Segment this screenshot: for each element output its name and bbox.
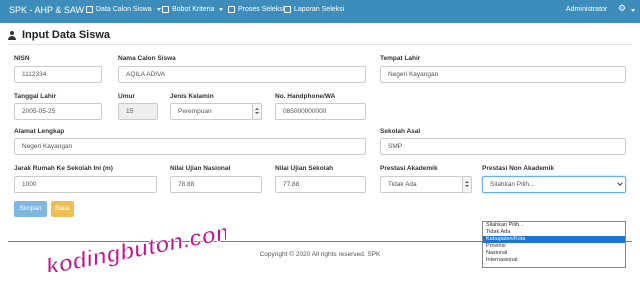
tanggal-lahir-label: Tanggal Lahir (14, 93, 57, 100)
jenis-kelamin-label: Jenis Kelamin (170, 93, 214, 100)
dropdown-option[interactable]: Provinsi (483, 243, 625, 250)
dropdown-option[interactable]: Internasional (483, 257, 625, 264)
title-divider (8, 44, 632, 45)
nama-label: Nama Calon Siswa (118, 55, 176, 62)
user-menu[interactable]: Administrator (566, 6, 607, 13)
prestasi-akademik-label: Prestasi Akademik (380, 165, 438, 172)
umur-input: 15 (118, 103, 158, 120)
caret-down-icon (156, 8, 161, 11)
nav-bobot-kriteria[interactable]: Bobot Kriteria (162, 6, 224, 13)
prestasi-akademik-select[interactable]: Tidak Ada (380, 176, 472, 193)
dropdown-option[interactable]: Silahkan Pilih... (483, 222, 625, 229)
tempat-lahir-label: Tempat Lahir (380, 55, 421, 62)
nilai-us-label: Nilai Ujian Sekolah (275, 165, 334, 172)
jenis-kelamin-value: Perempuan (178, 108, 212, 115)
app-brand[interactable]: SPK - AHP & SAW (9, 5, 84, 15)
page-title-text: Input Data Siswa (22, 29, 111, 41)
prestasi-non-akademik-value: Silahkan Pilih... (490, 181, 535, 188)
prestasi-akademik-value: Tidak Ada (388, 181, 417, 188)
user-icon (86, 6, 93, 13)
nav-laporan-seleksi[interactable]: Laporan Seleksi (284, 6, 344, 13)
caret-down-icon (631, 9, 635, 12)
document-icon (228, 6, 235, 13)
nilai-us-input[interactable]: 77.88 (275, 176, 366, 193)
gear-icon[interactable]: ⚙ (618, 4, 626, 13)
nav-proses-seleksi[interactable]: Proses Seleksi (228, 6, 284, 13)
watermark: kodingbuton.com (43, 217, 226, 272)
nav-data-calon-siswa-label: Data Calon Siswa (96, 6, 152, 13)
dropdown-option[interactable]: Nasional (483, 250, 625, 257)
no-hp-label: No. Handphone/WA (275, 93, 336, 100)
nisn-label: NISN (14, 55, 30, 62)
tanggal-lahir-input[interactable]: 2005-05-25 (14, 103, 102, 120)
nav-proses-seleksi-label: Proses Seleksi (238, 6, 285, 13)
page-title: Input Data Siswa (8, 29, 110, 41)
no-hp-input[interactable]: 085000000000 (275, 103, 366, 120)
nav-bobot-kriteria-label: Bobot Kriteria (172, 6, 215, 13)
alamat-label: Alamat Lengkap (14, 128, 65, 135)
dropdown-option-highlighted[interactable]: Kabupaten/Kota (483, 236, 625, 243)
tempat-lahir-input[interactable]: Negeri Kayangan (380, 66, 626, 83)
nilai-un-input[interactable]: 78.88 (170, 176, 262, 193)
prestasi-non-akademik-label: Prestasi Non Akademik (482, 165, 555, 172)
top-navbar: SPK - AHP & SAW Data Calon Siswa Bobot K… (0, 0, 640, 23)
select-arrows-icon (252, 104, 261, 119)
dropdown-option[interactable]: Tidak Ada (483, 229, 625, 236)
watermark-text: kodingbuton.com (44, 217, 226, 272)
select-arrows-icon (462, 177, 471, 192)
umur-label: Umur (118, 93, 135, 100)
sekolah-asal-label: Sekolah Asal (380, 128, 421, 135)
nilai-un-label: Nilai Ujian Nasional (170, 165, 231, 172)
caret-down-icon (219, 8, 224, 11)
document-icon (284, 6, 291, 13)
table-icon (162, 6, 169, 13)
chevron-down-icon (617, 180, 623, 186)
sekolah-asal-input[interactable]: SMP (380, 138, 626, 155)
nav-data-calon-siswa[interactable]: Data Calon Siswa (86, 6, 161, 13)
alamat-input[interactable]: Negeri Kayangan (14, 138, 366, 155)
nama-input[interactable]: AQILA ADIVA (118, 66, 366, 83)
nav-laporan-seleksi-label: Laporan Seleksi (294, 6, 345, 13)
users-icon (8, 30, 18, 40)
prestasi-non-akademik-dropdown: Silahkan Pilih... Tidak Ada Kabupaten/Ko… (482, 221, 626, 268)
jarak-label: Jarak Rumah Ke Sekolah Ini (m) (14, 165, 113, 172)
prestasi-non-akademik-select[interactable]: Silahkan Pilih... (482, 176, 626, 193)
jarak-input[interactable]: 1000 (14, 176, 157, 193)
jenis-kelamin-select[interactable]: Perempuan (170, 103, 262, 120)
nisn-input[interactable]: 1112334 (14, 66, 102, 83)
